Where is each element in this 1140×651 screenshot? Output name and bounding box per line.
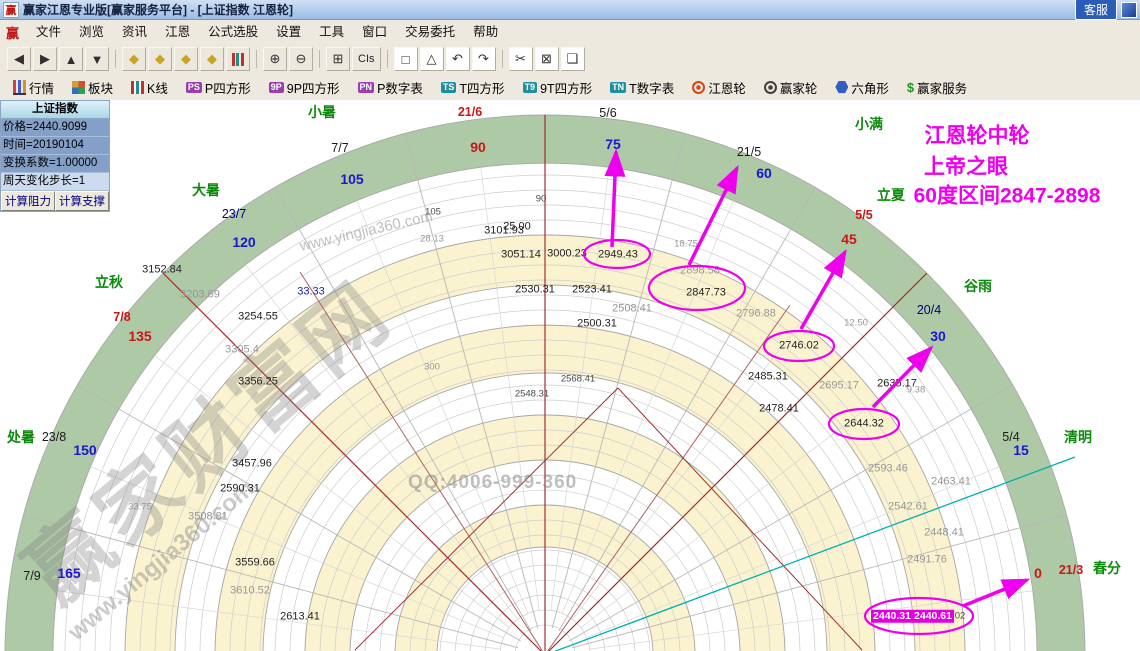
nav-winner-wheel-icon xyxy=(763,80,777,94)
menu-item[interactable]: 资讯 xyxy=(113,25,156,39)
nav-hexagon[interactable]: 六角形 xyxy=(826,78,898,97)
menu-bar: 赢 文件 浏览 资讯 江恩 公式选股 设置 工具 窗口 交易委托 帮助 xyxy=(0,20,1140,45)
nav-p-square-label: P四方形 xyxy=(204,81,251,96)
nav-t-table[interactable]: TN T数字表 xyxy=(601,78,683,97)
nav-kline-label: K线 xyxy=(147,81,168,96)
price-row: 价格=2440.9099 xyxy=(1,119,109,137)
menu-item[interactable]: 江恩 xyxy=(156,25,199,39)
menu-item[interactable]: 窗口 xyxy=(353,25,396,39)
toolbar-separator xyxy=(256,50,257,68)
nav-9t-square-label: 9T四方形 xyxy=(540,81,593,96)
index-info-panel: 上证指数 价格=2440.9099 时间=20190104 变换系数=1.000… xyxy=(0,100,110,212)
title-bar: 赢 赢家江恩专业版[赢家服务平台] - [上证指数 江恩轮] 客服 xyxy=(0,0,1140,20)
customer-service-button[interactable]: 客服 xyxy=(1074,0,1117,20)
nav-winner-service-label: 赢家服务 xyxy=(917,81,968,96)
drawing-toolbar: ◀ ▶ ▲ ▼ ◆ ◆ ◆ ◆ ⊕ ⊖ ⊞ CIs □ △ ↶ ↷ ✂ ⊠ ❑ xyxy=(0,44,1140,75)
step-row: 周天变化步长=1 xyxy=(1,173,109,191)
time-row: 时间=20190104 xyxy=(1,137,109,155)
nav-p-table-icon: PN xyxy=(357,81,375,93)
nav-t-square-label: T四方形 xyxy=(459,81,505,96)
back-icon[interactable]: ◀ xyxy=(7,47,31,71)
nav-winner-wheel[interactable]: 赢家轮 xyxy=(755,78,827,97)
nav-kline[interactable]: K线 xyxy=(122,78,177,97)
nav-p-square-icon: PS xyxy=(185,81,202,93)
nav-9p-square-label: 9P四方形 xyxy=(286,81,340,96)
nav-9p-square[interactable]: 9P 9P四方形 xyxy=(260,78,349,97)
menu-logo-icon: 赢 xyxy=(6,25,20,41)
annotation-overlay xyxy=(582,148,1031,636)
calc-resistance-button[interactable]: 计算阻力 xyxy=(1,191,55,211)
menu-item[interactable]: 帮助 xyxy=(464,25,507,39)
menu-item[interactable]: 文件 xyxy=(27,25,70,39)
nav-hexagon-label: 六角形 xyxy=(851,81,889,96)
toolbar-separator xyxy=(386,50,388,68)
nav-t-square[interactable]: TS T四方形 xyxy=(432,78,514,97)
crop-icon[interactable]: ⊠ xyxy=(534,47,559,71)
diamond-tool-1-icon[interactable]: ◆ xyxy=(122,47,146,71)
scissors-icon[interactable]: ✂ xyxy=(508,47,533,71)
nav-p-table[interactable]: PN P数字表 xyxy=(349,78,432,97)
rotate-left-icon[interactable]: ↶ xyxy=(445,47,470,71)
nav-gann-wheel-label: 江恩轮 xyxy=(708,81,746,96)
forward-icon[interactable]: ▶ xyxy=(33,47,57,71)
nav-9t-square-icon: T9 xyxy=(522,81,538,93)
nav-winner-service[interactable]: $ 赢家服务 xyxy=(898,78,976,97)
cls-button[interactable]: CIs xyxy=(352,47,381,71)
diamond-tool-2-icon[interactable]: ◆ xyxy=(148,47,172,71)
nav-quotes[interactable]: 行情 xyxy=(4,78,63,97)
menu-item[interactable]: 浏览 xyxy=(70,25,113,39)
triangle-tool-icon[interactable]: △ xyxy=(419,47,444,71)
chart-type-toolbar: 行情 板块 K线 PS P四方形 9P 9P四方形 PN P数字表 TS T四方形 T9 9T四方形 TN… xyxy=(0,74,1140,101)
window-title: 赢家江恩专业版[赢家服务平台] - [上证指数 江恩轮] xyxy=(23,3,293,17)
nav-sectors-icon xyxy=(72,80,86,94)
zoom-out-icon[interactable]: ⊖ xyxy=(289,47,313,71)
nav-gann-wheel-icon xyxy=(692,80,706,94)
nav-quotes-icon xyxy=(13,79,26,95)
up-icon[interactable]: ▲ xyxy=(59,47,83,71)
kline-tool-icon[interactable] xyxy=(226,47,250,71)
diamond-tool-3-icon[interactable]: ◆ xyxy=(174,47,198,71)
nav-p-table-label: P数字表 xyxy=(377,81,423,96)
coefficient-row: 变换系数=1.00000 xyxy=(1,155,109,173)
diamond-tool-4-icon[interactable]: ◆ xyxy=(200,47,224,71)
zoom-in-icon[interactable]: ⊕ xyxy=(263,47,287,71)
nav-9t-square[interactable]: T9 9T四方形 xyxy=(514,78,602,97)
nav-t-square-icon: TS xyxy=(440,81,457,93)
nav-quotes-label: 行情 xyxy=(29,81,55,96)
nav-sectors-label: 板块 xyxy=(88,81,114,96)
nav-kline-icon xyxy=(131,80,145,94)
filter-icon[interactable]: ▼ xyxy=(85,47,109,71)
nav-p-square[interactable]: PS P四方形 xyxy=(177,78,260,97)
nav-winner-service-icon: $ xyxy=(906,79,915,95)
titlebar-corner-icon[interactable] xyxy=(1121,1,1137,18)
gann-wheel-chart[interactable]: 赢家财富网 www.yingjia360.com www.yingjia360.… xyxy=(0,100,1140,651)
nav-winner-wheel-label: 赢家轮 xyxy=(779,81,818,96)
nav-sectors[interactable]: 板块 xyxy=(63,78,122,97)
rect-tool-icon[interactable]: □ xyxy=(393,47,418,71)
calc-support-button[interactable]: 计算支撑 xyxy=(55,191,109,211)
app-logo-icon: 赢 xyxy=(3,1,19,18)
menu-item[interactable]: 设置 xyxy=(267,25,310,39)
grid-icon[interactable]: ⊞ xyxy=(326,47,350,71)
nav-gann-wheel[interactable]: 江恩轮 xyxy=(683,78,755,97)
toolbar-separator xyxy=(501,50,503,68)
menu-item[interactable]: 交易委托 xyxy=(396,25,464,39)
nav-t-table-icon: TN xyxy=(610,81,627,93)
index-name: 上证指数 xyxy=(1,101,109,119)
menu-item[interactable]: 公式选股 xyxy=(199,25,267,39)
rotate-right-icon[interactable]: ↷ xyxy=(471,47,496,71)
nav-t-table-label: T数字表 xyxy=(629,81,675,96)
nav-hexagon-icon xyxy=(835,80,849,94)
callout-icon[interactable]: ❑ xyxy=(560,47,585,71)
menu-item[interactable]: 工具 xyxy=(310,25,353,39)
toolbar-separator xyxy=(115,50,116,68)
nav-9p-square-icon: 9P xyxy=(268,81,284,93)
toolbar-separator xyxy=(319,50,320,68)
